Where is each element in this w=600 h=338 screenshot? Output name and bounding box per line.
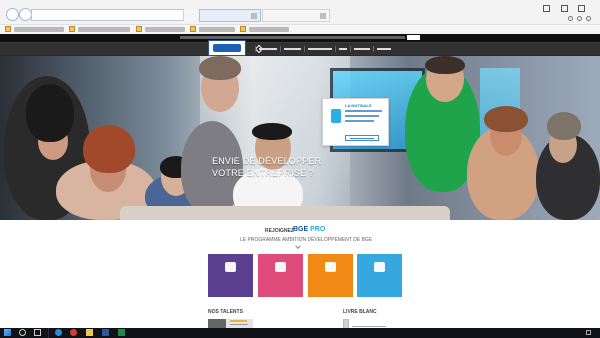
hero-title-line-1: ENVIE DE DÉVELOPPER xyxy=(212,156,322,166)
matinale-button[interactable] xyxy=(345,135,379,141)
word-icon[interactable] xyxy=(102,329,109,336)
rejoignez-label: REJOIGNEZ xyxy=(265,228,294,234)
person-hair xyxy=(425,56,465,74)
favorite-item[interactable] xyxy=(78,27,130,32)
card-text-line xyxy=(345,110,382,112)
close-icon[interactable] xyxy=(320,13,326,19)
task-view-icon[interactable] xyxy=(34,329,41,336)
notification-text xyxy=(180,36,405,39)
back-icon[interactable] xyxy=(6,8,19,21)
search-icon[interactable] xyxy=(19,329,26,336)
matinale-title: LA MATINALE xyxy=(345,103,372,108)
nav-item-formations[interactable] xyxy=(280,46,301,52)
folder-icon xyxy=(190,26,196,32)
windows-start-icon[interactable] xyxy=(4,329,11,336)
favorites-icon[interactable] xyxy=(577,16,582,21)
internet-explorer-icon[interactable] xyxy=(55,329,62,336)
notification-icon[interactable] xyxy=(586,330,591,335)
close-icon[interactable] xyxy=(578,5,585,12)
card-text-line xyxy=(345,115,379,117)
browser-window-top xyxy=(0,0,600,34)
hero-title-line-2: VOTRE ENTREPRISE ? xyxy=(212,168,315,178)
person-hair xyxy=(547,112,581,140)
nav-item-coaching[interactable] xyxy=(350,46,370,52)
top-notification-strip xyxy=(0,34,600,42)
address-controls[interactable] xyxy=(183,9,197,21)
folder-icon[interactable] xyxy=(86,329,93,336)
favorite-item[interactable] xyxy=(14,27,64,32)
star-icon xyxy=(5,26,11,32)
folder-icon xyxy=(69,26,75,32)
tile-accompagnement[interactable] xyxy=(308,254,353,297)
contacts-icon xyxy=(275,262,286,272)
nav-item-accompagnement[interactable] xyxy=(304,46,332,52)
brand-left: BGE xyxy=(293,226,309,233)
windows-taskbar xyxy=(0,328,600,338)
home-icon[interactable] xyxy=(568,16,573,21)
address-bar[interactable] xyxy=(31,9,196,21)
favorite-item[interactable] xyxy=(199,27,235,32)
nav-item-contact[interactable] xyxy=(373,46,391,52)
tile-communaute[interactable] xyxy=(357,254,402,297)
system-tray xyxy=(552,329,592,337)
hero-banner: ENVIE DE DÉVELOPPER VOTRE ENTREPRISE ? xyxy=(0,56,600,220)
person-hair xyxy=(484,106,528,132)
excel-icon[interactable] xyxy=(118,329,125,336)
program-description: LE PROGRAMME AMBITION DÉVELOPPEMENT DE B… xyxy=(240,237,373,243)
talent-tag xyxy=(230,320,247,322)
window-controls xyxy=(543,5,585,13)
person-hair xyxy=(83,125,135,173)
tile-formations[interactable] xyxy=(208,254,253,297)
nav-item-accueil[interactable] xyxy=(255,46,277,52)
tab-formations[interactable] xyxy=(199,9,261,22)
building-icon xyxy=(225,262,236,272)
person-hair xyxy=(26,84,74,142)
favorite-item[interactable] xyxy=(145,27,185,32)
brand-label: BGE PRO xyxy=(293,226,325,233)
chrome-icon[interactable] xyxy=(70,329,77,336)
tab-bge-developpement[interactable] xyxy=(262,9,330,22)
livre-blanc-text-line xyxy=(352,326,386,327)
meeting-table xyxy=(120,206,450,220)
nav-item-blog[interactable] xyxy=(335,46,347,52)
close-icon[interactable] xyxy=(251,13,257,19)
maximize-icon[interactable] xyxy=(560,5,568,12)
person-hair xyxy=(199,56,241,80)
notification-action[interactable] xyxy=(407,35,420,40)
tile-contacts[interactable] xyxy=(258,254,303,297)
main-navigation xyxy=(255,45,405,53)
group-icon xyxy=(374,262,385,272)
favorites-bar xyxy=(0,24,600,34)
person-hair xyxy=(252,123,292,140)
matinale-card[interactable]: LA MATINALE xyxy=(322,98,389,146)
browser-toolbar-icons xyxy=(568,16,592,24)
folder-icon xyxy=(136,26,142,32)
favorites-label xyxy=(0,25,1,26)
brand-right: PRO xyxy=(310,226,326,233)
card-text-line xyxy=(345,120,374,122)
talent-text-line xyxy=(230,324,248,325)
livre-blanc-heading: LIVRE BLANC xyxy=(343,309,377,315)
phone-icon xyxy=(331,109,341,123)
meeting-icon xyxy=(325,262,336,272)
folder-icon xyxy=(240,26,246,32)
taskbar-separator xyxy=(48,328,49,338)
talents-heading: NOS TALENTS xyxy=(208,309,243,315)
settings-icon[interactable] xyxy=(586,16,591,21)
logo-mark xyxy=(213,44,241,52)
bge-logo[interactable] xyxy=(208,40,246,56)
minimize-icon[interactable] xyxy=(543,5,550,12)
favorite-item[interactable] xyxy=(249,27,289,32)
